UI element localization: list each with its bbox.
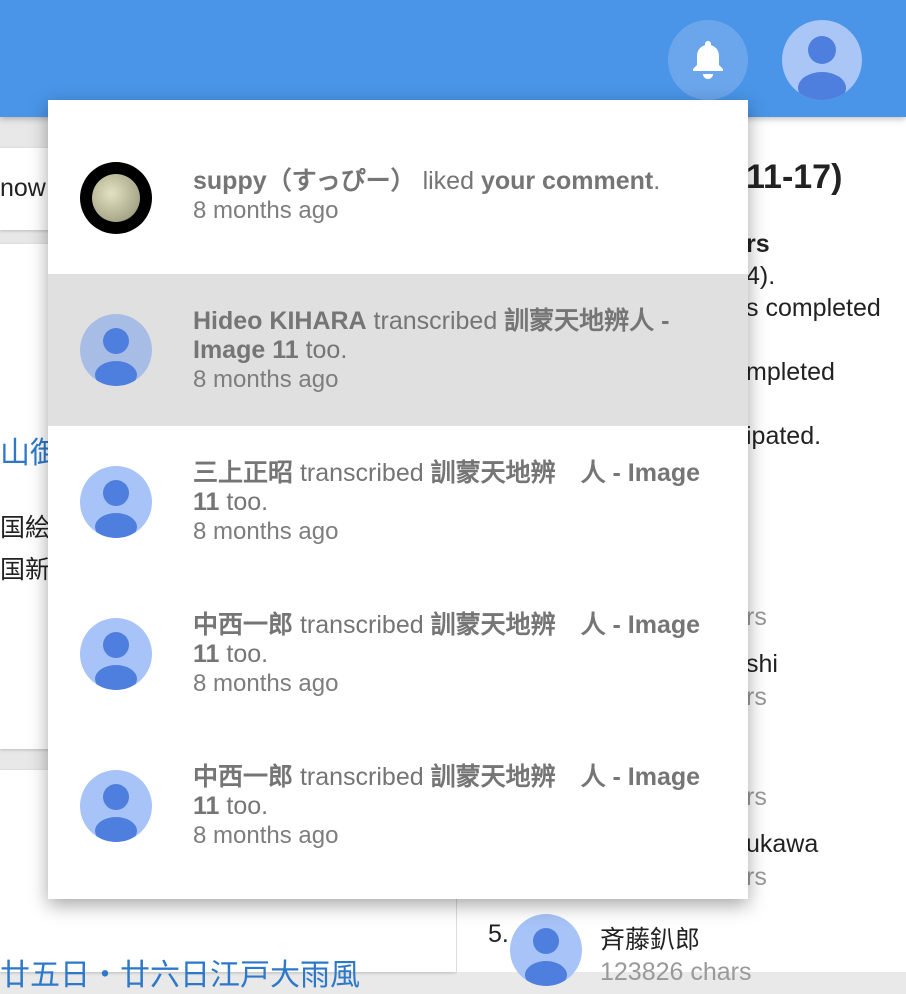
ranking-title: 11-17) xyxy=(746,158,843,196)
notification-item[interactable]: 中西一郎 transcribed 訓蒙天地辨 人 - Image 11 too.… xyxy=(48,730,748,882)
user-avatar xyxy=(80,466,152,538)
ranking-line: mpleted xyxy=(746,358,835,386)
ranking-chars: rs xyxy=(746,683,767,711)
notification-message: 中西一郎 transcribed 訓蒙天地辨 人 - Image 11 too. xyxy=(193,610,701,668)
ranking-name: ukawa xyxy=(746,830,819,858)
notification-time: 8 months ago xyxy=(193,669,339,697)
rank-number: 5. xyxy=(488,920,509,948)
ranking-chars: rs xyxy=(746,783,767,811)
notification-item[interactable]: Hideo KIHARA transcribed 訓蒙天地辨人 - Image … xyxy=(48,274,748,426)
rank-chars: 123826 chars xyxy=(600,958,752,986)
person-icon xyxy=(798,36,846,100)
ranking-line: s completed xyxy=(746,294,881,322)
person-icon xyxy=(95,784,137,842)
notification-message: suppy（すっぴー） liked your comment. xyxy=(193,167,661,195)
rank-avatar[interactable] xyxy=(510,914,582,986)
notification-item[interactable]: 三上正昭 transcribed 訓蒙天地辨 人 - Image 11 too.… xyxy=(48,426,748,578)
notification-time: 8 months ago xyxy=(193,365,339,393)
person-icon xyxy=(525,928,567,986)
ranking-chars: rs xyxy=(746,603,767,631)
user-avatar xyxy=(80,314,152,386)
document-link-2[interactable]: 廿五日・廿六日江戸大雨風 xyxy=(0,950,360,994)
person-icon xyxy=(95,632,137,690)
user-avatar xyxy=(80,770,152,842)
ranking-chars: rs xyxy=(746,863,767,891)
user-avatar-button[interactable] xyxy=(782,20,862,100)
notification-message: 中西一郎 transcribed 訓蒙天地辨 人 - Image 11 too. xyxy=(193,762,701,820)
search-fragment: now xyxy=(0,174,46,202)
notifications-dropdown: suppy（すっぴー） liked your comment. 8 months… xyxy=(48,100,748,899)
notification-time: 8 months ago xyxy=(193,821,339,849)
ranking-line: rs xyxy=(746,230,770,258)
person-icon xyxy=(95,328,137,386)
person-icon xyxy=(95,480,137,538)
bell-icon xyxy=(693,41,723,79)
ranking-name: shi xyxy=(746,650,778,678)
user-avatar xyxy=(80,618,152,690)
rank-name[interactable]: 斉藤釟郎 xyxy=(600,920,700,956)
ranking-line: ipated. xyxy=(746,422,822,450)
notification-item[interactable]: 中西一郎 transcribed 訓蒙天地辨 人 - Image 11 too.… xyxy=(48,578,748,730)
moon-avatar xyxy=(80,162,152,234)
notification-item[interactable]: suppy（すっぴー） liked your comment. 8 months… xyxy=(48,120,748,272)
ranking-line: 4). xyxy=(746,262,776,290)
notification-message: 三上正昭 transcribed 訓蒙天地辨 人 - Image 11 too. xyxy=(193,458,701,516)
notification-time: 8 months ago xyxy=(193,517,339,545)
notifications-button[interactable] xyxy=(668,20,748,100)
notification-time: 8 months ago xyxy=(193,197,339,224)
notification-message: Hideo KIHARA transcribed 訓蒙天地辨人 - Image … xyxy=(193,306,670,364)
